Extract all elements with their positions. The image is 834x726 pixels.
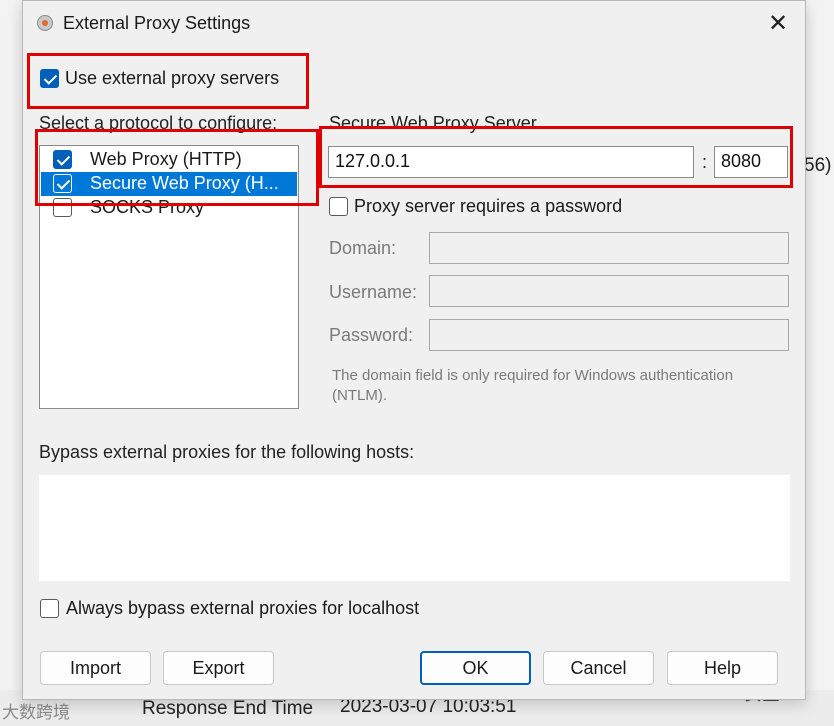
- username-label: Username:: [329, 282, 418, 302]
- protocol-socks-label: SOCKS Proxy: [90, 197, 205, 217]
- proxy-host-input[interactable]: 127.0.0.1: [328, 146, 694, 178]
- close-icon[interactable]: ✕: [763, 9, 793, 39]
- domain-note: The domain field is only required for Wi…: [332, 367, 734, 404]
- password-input[interactable]: [429, 319, 789, 351]
- bypass-hosts-textarea[interactable]: [39, 475, 790, 581]
- ok-button[interactable]: OK: [420, 651, 531, 685]
- bypass-localhost-label[interactable]: Always bypass external proxies for local…: [66, 598, 419, 619]
- dialog-title: External Proxy Settings: [63, 13, 251, 33]
- use-external-proxy-label[interactable]: Use external proxy servers: [65, 68, 279, 89]
- protocol-http-label: Web Proxy (HTTP): [90, 149, 242, 169]
- protocol-item-http[interactable]: Web Proxy (HTTP): [41, 148, 297, 172]
- protocol-section-label: Select a protocol to configure:: [39, 113, 278, 133]
- domain-input[interactable]: [429, 232, 789, 264]
- cancel-button[interactable]: Cancel: [543, 651, 654, 685]
- server-section-label: Secure Web Proxy Server: [329, 113, 537, 133]
- port-separator: :: [702, 152, 708, 172]
- bypass-localhost-checkbox[interactable]: [40, 599, 59, 618]
- use-external-proxy-checkbox[interactable]: [40, 69, 59, 88]
- username-input[interactable]: [429, 275, 789, 307]
- protocol-http-checkbox[interactable]: [53, 150, 72, 169]
- requires-password-label[interactable]: Proxy server requires a password: [354, 196, 622, 217]
- protocol-https-checkbox[interactable]: [53, 174, 72, 193]
- app-icon: [37, 15, 53, 31]
- watermark-left: 大数跨境: [2, 703, 70, 722]
- protocol-https-label: Secure Web Proxy (H...: [90, 173, 279, 193]
- dialog-titlebar: External Proxy Settings ✕: [23, 1, 805, 45]
- export-button[interactable]: Export: [163, 651, 274, 685]
- requires-password-checkbox[interactable]: [329, 197, 348, 216]
- background-row-label: Response End Time: [142, 698, 314, 719]
- protocol-item-socks[interactable]: SOCKS Proxy: [41, 196, 297, 220]
- external-proxy-settings-dialog: External Proxy Settings ✕ Use external p…: [22, 0, 806, 700]
- proxy-port-input[interactable]: 8080: [714, 146, 788, 178]
- protocol-item-https[interactable]: Secure Web Proxy (H...: [41, 172, 297, 196]
- protocol-list[interactable]: Web Proxy (HTTP) Secure Web Proxy (H... …: [39, 145, 299, 409]
- help-button[interactable]: Help: [667, 651, 778, 685]
- protocol-socks-checkbox[interactable]: [53, 198, 72, 217]
- bypass-hosts-label: Bypass external proxies for the followin…: [39, 442, 415, 462]
- background-text-fragment: 56): [804, 155, 832, 176]
- import-button[interactable]: Import: [40, 651, 151, 685]
- domain-label: Domain:: [329, 238, 397, 258]
- password-label: Password:: [329, 325, 414, 345]
